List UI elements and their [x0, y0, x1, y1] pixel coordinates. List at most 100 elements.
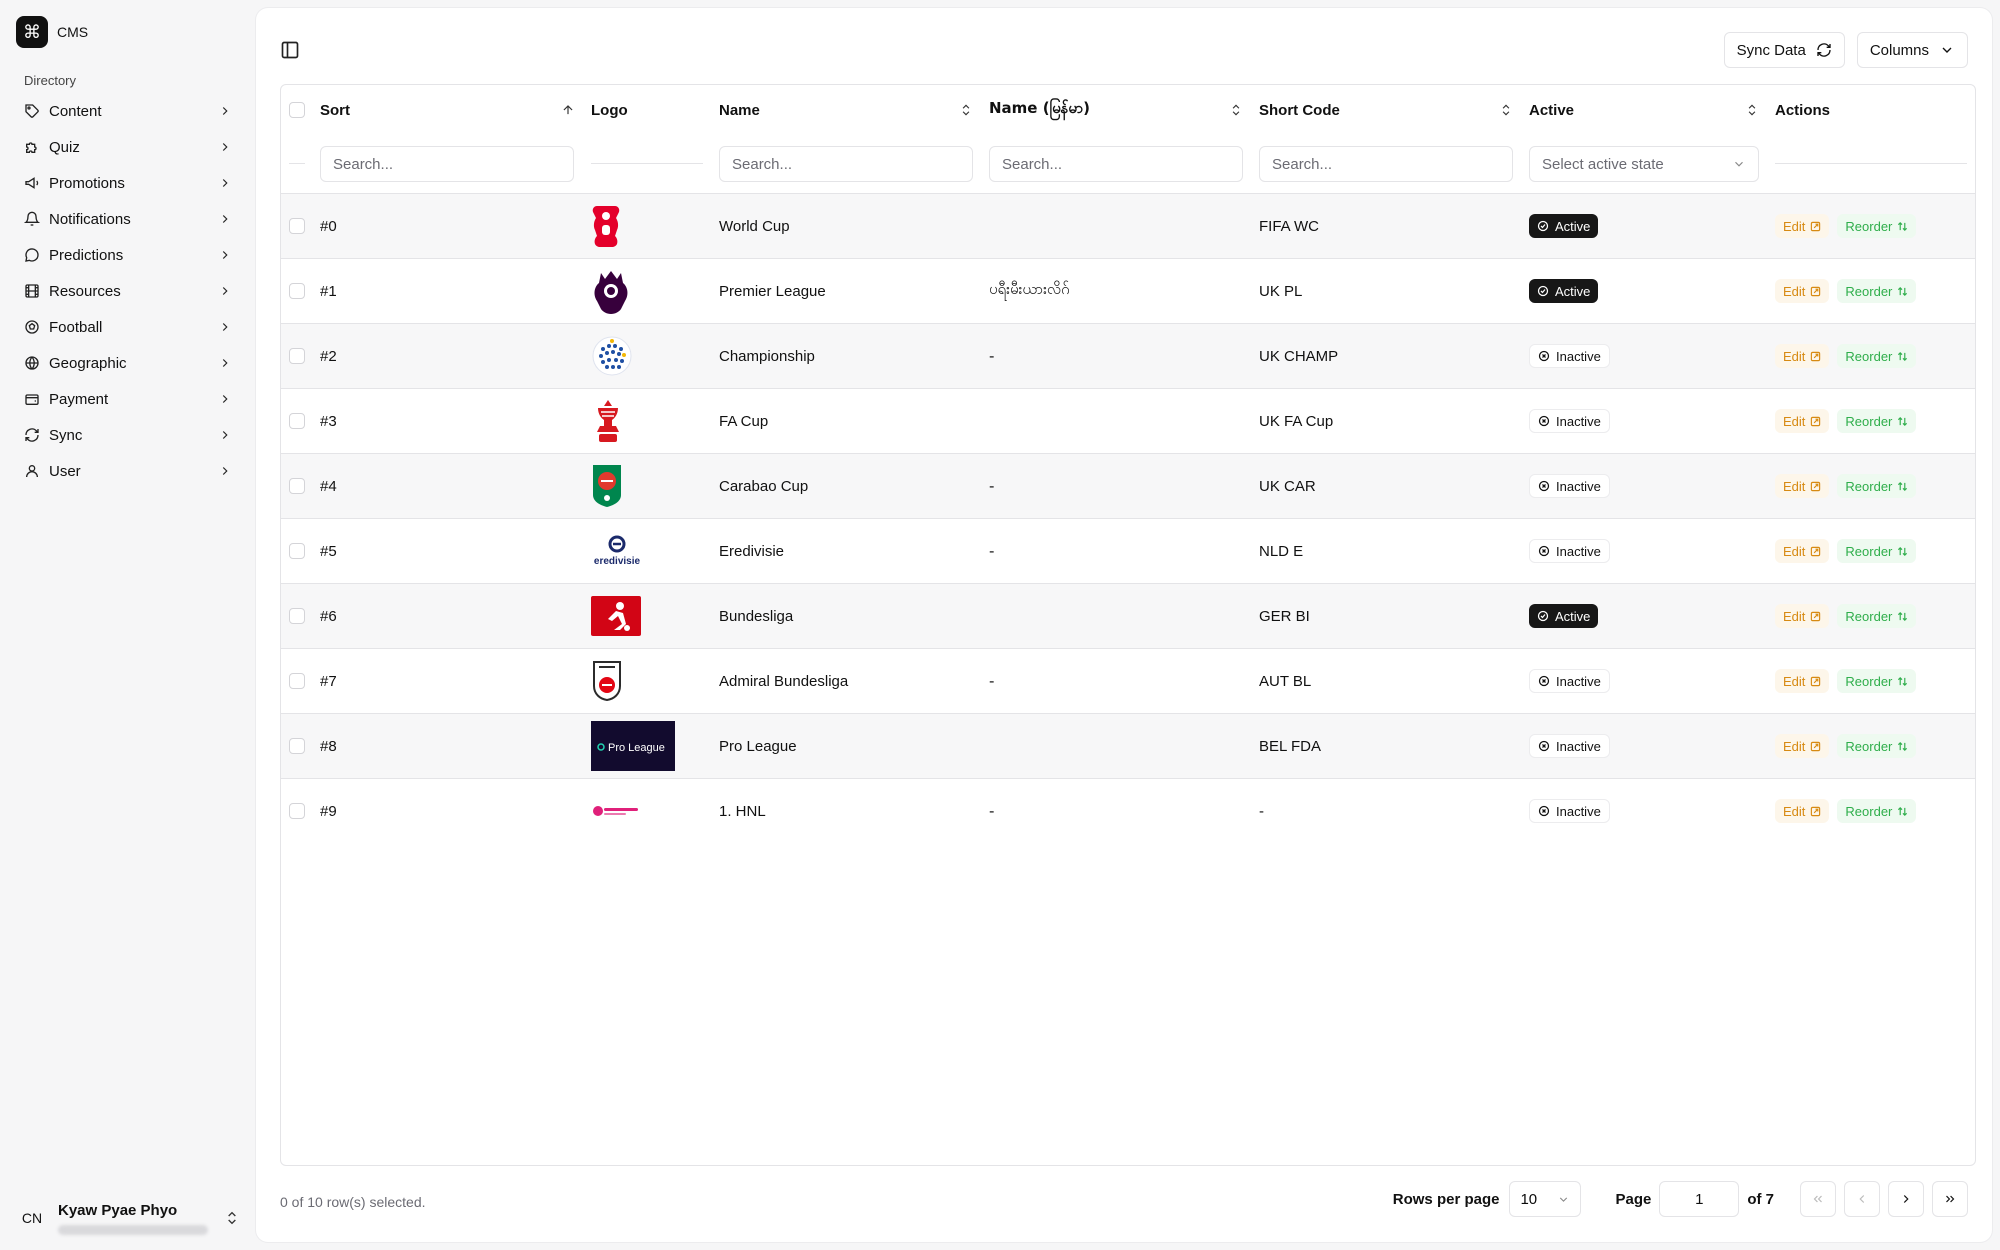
arrow-up-icon[interactable] — [561, 103, 575, 117]
header-name[interactable]: Name — [719, 85, 760, 135]
sidebar-item-predictions[interactable]: Predictions — [16, 237, 240, 273]
edit-button[interactable]: Edit — [1775, 734, 1830, 758]
refresh-icon — [1817, 43, 1831, 57]
header-name-mm[interactable]: Name (မြန်မာ) — [989, 85, 1090, 135]
status-badge: Inactive — [1529, 409, 1610, 433]
reorder-button[interactable]: Reorder — [1837, 669, 1917, 693]
sort-search-input[interactable] — [320, 146, 574, 182]
edit-button[interactable]: Edit — [1775, 344, 1830, 368]
row-actions: Edit Reorder — [1775, 584, 1917, 648]
header-short-code[interactable]: Short Code — [1259, 85, 1340, 135]
reorder-button[interactable]: Reorder — [1837, 279, 1917, 303]
active-state-select[interactable]: Select active state — [1529, 146, 1759, 182]
sidebar-item-payment[interactable]: Payment — [16, 381, 240, 417]
edit-button[interactable]: Edit — [1775, 474, 1830, 498]
row-checkbox[interactable] — [289, 608, 305, 624]
reorder-button[interactable]: Reorder — [1837, 344, 1917, 368]
edit-label: Edit — [1783, 673, 1806, 689]
edit-button[interactable]: Edit — [1775, 799, 1830, 823]
first-page-button[interactable] — [1800, 1181, 1836, 1217]
previous-page-button[interactable] — [1844, 1181, 1880, 1217]
reorder-button[interactable]: Reorder — [1837, 539, 1917, 563]
sidebar-item-user[interactable]: User — [16, 453, 240, 489]
name-search-input[interactable] — [719, 146, 973, 182]
chevrons-up-down-icon — [228, 1211, 236, 1225]
row-sort: #2 — [320, 347, 337, 365]
edit-button[interactable]: Edit — [1775, 409, 1830, 433]
short-code-search-input[interactable] — [1259, 146, 1513, 182]
status-badge: Active — [1529, 604, 1599, 628]
command-icon: ⌘ — [16, 16, 48, 48]
row-sort: #7 — [320, 672, 337, 690]
header-actions: Actions — [1775, 85, 1830, 135]
reorder-button[interactable]: Reorder — [1837, 734, 1917, 758]
row-checkbox[interactable] — [289, 738, 305, 754]
carabao-cup-logo — [591, 454, 623, 518]
reorder-button[interactable]: Reorder — [1837, 214, 1917, 238]
arrow-up-down-icon — [1898, 221, 1908, 231]
sidebar-item-resources[interactable]: Resources — [16, 273, 240, 309]
sidebar-item-sync[interactable]: Sync — [16, 417, 240, 453]
sidebar-item-notifications[interactable]: Notifications — [16, 201, 240, 237]
row-checkbox[interactable] — [289, 673, 305, 689]
edit-label: Edit — [1783, 803, 1806, 819]
row-checkbox[interactable] — [289, 283, 305, 299]
edit-button[interactable]: Edit — [1775, 279, 1830, 303]
row-checkbox[interactable] — [289, 478, 305, 494]
page-number-input[interactable] — [1659, 1181, 1740, 1217]
table-row: #6 Bundesliga GER BI Active Edit Reorder — [281, 583, 1975, 648]
row-name: Eredivisie — [719, 542, 785, 560]
external-edit-icon — [1811, 611, 1821, 621]
rows-per-page-select[interactable]: 10 — [1509, 1181, 1582, 1217]
reorder-button[interactable]: Reorder — [1837, 409, 1917, 433]
reorder-button[interactable]: Reorder — [1837, 474, 1917, 498]
sidebar-item-football[interactable]: Football — [16, 309, 240, 345]
select-all-checkbox[interactable] — [289, 102, 305, 118]
row-active-cell: Active — [1529, 259, 1599, 323]
next-page-button[interactable] — [1888, 1181, 1924, 1217]
chevrons-up-down-icon[interactable] — [1229, 103, 1243, 117]
page-label: Page — [1615, 1190, 1652, 1208]
sidebar-item-label: Geographic — [49, 354, 127, 372]
sidebar-item-content[interactable]: Content — [16, 93, 240, 129]
chevrons-up-down-icon[interactable] — [1499, 103, 1513, 117]
reorder-button[interactable]: Reorder — [1837, 799, 1917, 823]
row-checkbox[interactable] — [289, 413, 305, 429]
app-name: CMS — [57, 24, 89, 40]
sidebar-item-promotions[interactable]: Promotions — [16, 165, 240, 201]
sidebar-item-geographic[interactable]: Geographic — [16, 345, 240, 381]
reorder-button[interactable]: Reorder — [1837, 604, 1917, 628]
row-short-code: UK FA Cup — [1259, 412, 1334, 430]
message-circle-icon — [24, 247, 40, 263]
row-short-code: FIFA WC — [1259, 217, 1319, 235]
x-circle-icon — [1538, 675, 1550, 687]
last-page-button[interactable] — [1932, 1181, 1968, 1217]
edit-button[interactable]: Edit — [1775, 214, 1830, 238]
row-checkbox[interactable] — [289, 543, 305, 559]
chevrons-up-down-icon[interactable] — [1745, 103, 1759, 117]
name-mm-search-input[interactable] — [989, 146, 1243, 182]
chevron-down-icon — [1942, 47, 1952, 53]
columns-button[interactable]: Columns — [1856, 32, 1968, 68]
sidebar-toggle-icon[interactable] — [280, 40, 300, 60]
edit-button[interactable]: Edit — [1775, 669, 1830, 693]
row-checkbox[interactable] — [289, 348, 305, 364]
data-table: Sort Logo Name Name (မြန်မာ) Short Code … — [280, 84, 1976, 1166]
status-label: Inactive — [1556, 738, 1601, 754]
edit-button[interactable]: Edit — [1775, 539, 1830, 563]
user-name: Kyaw Pyae Phyo — [58, 1201, 178, 1219]
row-checkbox[interactable] — [289, 803, 305, 819]
chevrons-up-down-icon[interactable] — [959, 103, 973, 117]
user-menu[interactable]: CN Kyaw Pyae Phyo — [16, 1196, 240, 1240]
rows-per-page-label: Rows per page — [1392, 1190, 1500, 1208]
sync-data-button[interactable]: Sync Data — [1723, 32, 1845, 68]
sidebar-item-quiz[interactable]: Quiz — [16, 129, 240, 165]
header-active[interactable]: Active — [1529, 85, 1574, 135]
chevron-left-icon — [1859, 1195, 1865, 1203]
tag-icon — [24, 103, 40, 119]
edit-button[interactable]: Edit — [1775, 604, 1830, 628]
brand[interactable]: ⌘ CMS — [16, 16, 88, 48]
header-sort[interactable]: Sort — [320, 85, 350, 135]
sync-data-label: Sync Data — [1736, 41, 1806, 59]
row-checkbox[interactable] — [289, 218, 305, 234]
